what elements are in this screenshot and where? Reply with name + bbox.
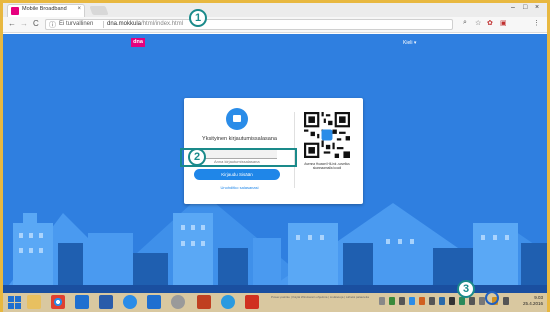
security-label: Ei turvallinen	[59, 21, 94, 27]
shield-extension-icon[interactable]: ▣	[500, 19, 507, 27]
address-bar[interactable]: ⓘ Ei turvallinen dna.mokkula/html/index.…	[45, 19, 453, 30]
tray-icon-9[interactable]	[459, 297, 465, 305]
annotation-marker-3: 3	[457, 280, 475, 298]
tab-close-icon[interactable]: ×	[77, 6, 81, 12]
tab-title: Mobile Broadband	[22, 6, 67, 12]
dna-logo[interactable]: dna	[131, 38, 145, 47]
taskbar-center-text: Power-painike | Käytä Windowsin ohjelmia…	[270, 295, 370, 299]
volume-icon[interactable]	[503, 297, 509, 305]
tab-mobile-broadband[interactable]: Mobile Broadband ×	[7, 4, 85, 17]
tray-icon-3[interactable]	[399, 297, 405, 305]
tray-icon-5[interactable]	[419, 297, 425, 305]
bookmark-star-icon[interactable]: ☆	[475, 19, 481, 27]
powerpoint-icon[interactable]	[197, 295, 211, 309]
outlook-icon[interactable]	[75, 295, 89, 309]
internet-explorer-icon[interactable]	[123, 295, 137, 309]
new-tab-button[interactable]	[89, 6, 109, 15]
tray-icon-7[interactable]	[439, 297, 445, 305]
login-heading: Yksityinen kirjautumissalasana	[202, 136, 277, 142]
qr-caption: Asenna Huawei HiLink -sovellus skannaama…	[304, 162, 350, 171]
language-selector[interactable]: Kieli ▾	[403, 40, 416, 46]
url-text: dna.mokkula/html/index.html	[107, 21, 183, 27]
url-path: /html/index.html	[141, 21, 184, 27]
navigation-bar: ← → C ⓘ Ei turvallinen dna.mokkula/html/…	[3, 17, 547, 33]
tray-icon-2[interactable]	[389, 297, 395, 305]
acrobat-icon[interactable]	[245, 295, 259, 309]
app-icon[interactable]	[171, 295, 185, 309]
qr-code-icon	[304, 112, 350, 158]
forgot-password-link[interactable]: Unohditko salasanasi	[192, 185, 287, 190]
reload-button[interactable]: C	[33, 19, 39, 28]
extension-icon[interactable]: ✿	[487, 19, 493, 27]
word-icon[interactable]	[99, 295, 113, 309]
tray-icon-1[interactable]	[379, 297, 385, 305]
menu-icon[interactable]: ⋮	[533, 19, 540, 27]
system-clock[interactable]: 9.03 25.4.2016	[523, 295, 543, 307]
close-window-button[interactable]: ×	[535, 4, 539, 11]
skype-icon[interactable]	[221, 295, 235, 309]
maximize-button[interactable]: □	[523, 4, 527, 11]
lock-icon	[233, 115, 241, 122]
store-icon[interactable]	[147, 295, 161, 309]
windows-start-icon[interactable]	[8, 296, 21, 309]
forward-button[interactable]: →	[20, 19, 28, 28]
file-explorer-icon[interactable]	[27, 295, 41, 309]
minimize-button[interactable]: –	[511, 4, 515, 11]
info-icon[interactable]: ⓘ	[49, 20, 56, 30]
tray-icon-6[interactable]	[429, 297, 435, 305]
tray-icon-10[interactable]	[469, 297, 475, 305]
network-highlight-circle	[485, 291, 499, 305]
dna-favicon-icon	[11, 7, 19, 15]
tray-icon-8[interactable]	[449, 297, 455, 305]
annotation-marker-2: 2	[188, 148, 206, 166]
url-host: dna.mokkula	[107, 21, 142, 27]
title-bar: Mobile Broadband × – □ ×	[3, 3, 547, 17]
avatar	[226, 108, 248, 130]
chrome-icon[interactable]	[51, 295, 65, 309]
clock-date: 25.4.2016	[523, 301, 544, 306]
tray-icon-4[interactable]	[409, 297, 415, 305]
login-button[interactable]: Kirjaudu Sisään	[194, 169, 280, 180]
address-separator	[103, 21, 104, 28]
annotation-marker-1: 1	[189, 9, 207, 27]
search-icon[interactable]: ⌕	[463, 19, 467, 27]
back-button[interactable]: ←	[8, 19, 16, 28]
